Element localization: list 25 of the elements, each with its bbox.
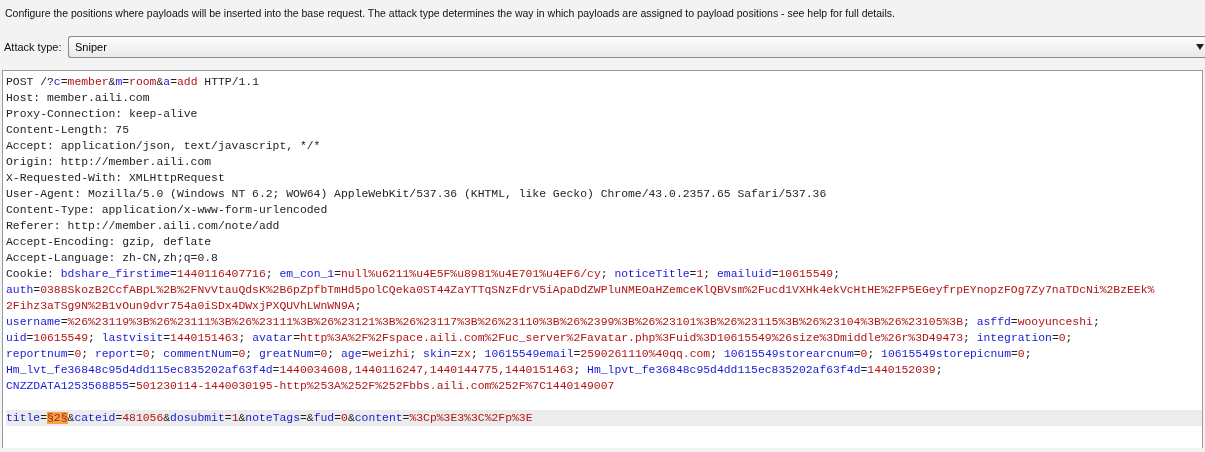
- request-line: Referer: http://member.aili.com/note/add: [6, 219, 281, 234]
- caret-icon: [1196, 44, 1204, 50]
- request-line: auth=0388SkozB2CcfABpL%2B%2FNvVtauQdsK%2B6pZpfbTmHd5polCQeka0ST44ZaYTTqSNzFdrV5iApaDdZWPluNMEOaHZemceKlQBVsm%2Fucd1VXHk4ekVcHtHE%2FP5EGeyfrpEYnopzFOg7Zy7naTDcNi%2BzEEk%: [6, 283, 1156, 298]
- request-line: Content-Type: application/x-www-form-urlencoded: [6, 203, 329, 218]
- request-line: X-Requested-With: XMLHttpRequest: [6, 171, 226, 186]
- request-line: Content-Length: 75: [6, 123, 131, 138]
- request-line: User-Agent: Mozilla/5.0 (Windows NT 6.2; WOW64) AppleWebKit/537.36 (KHTML, like Gecko) Chrome/43.0.2357.65 Safari/537.36: [6, 187, 828, 202]
- request-line: 2Fihz3aTSg9N%2B1vOun9dvr754a0iSDx4DWxjPXQUVhLWnWN9A;: [6, 299, 363, 314]
- request-line: Accept-Encoding: gzip, deflate: [6, 235, 213, 250]
- request-line: CNZZDATA1253568855=501230114-1440030195-http%253A%252F%252Fbbs.aili.com%252F%7C1440149007: [6, 379, 616, 394]
- request-line: Hm_lvt_fe36848c95d4dd115ec835202af63f4d=1440034608,1440116247,1440144775,1440151463; Hm_lpvt_fe36848c95d4dd115ec835202af63f4d=1440152039;: [6, 363, 944, 378]
- request-line: uid=10615549; lastvisit=1440151463; avatar=http%3A%2F%2Fspace.aili.com%2Fuc_server%2Favatar.php%3Fuid%3D10615549%26size%3Dmiddle%26r%3D49473; integration=0;: [6, 331, 1074, 346]
- request-line: Accept: application/json, text/javascript, */*: [6, 139, 322, 154]
- request-line: Origin: http://member.aili.com: [6, 155, 213, 170]
- request-line: Cookie: bdshare_firstime=1440116407716; em_con_1=null%u6211%u4E5F%u8981%u4E701%u4EF6/cy; noticeTitle=1; emailuid=10615549;: [6, 267, 842, 282]
- request-line: Accept-Language: zh-CN,zh;q=0.8: [6, 251, 219, 266]
- attack-type-dropdown[interactable]: Sniper: [68, 36, 1205, 58]
- attack-type-label: Attack type:: [4, 41, 63, 53]
- instructions-text: Configure the positions where payloads will be inserted into the base request. The attack type determines the way in which payloads are assigned to payload positions - see help for full details.: [4, 6, 896, 21]
- request-line: POST /?c=member&m=room&a=add HTTP/1.1: [6, 75, 260, 90]
- request-line: Proxy-Connection: keep-alive: [6, 107, 199, 122]
- request-editor[interactable]: [2, 70, 1203, 448]
- request-line: reportnum=0; report=0; commentNum=0; greatNum=0; age=weizhi; skin=zx; 10615549email=2590261110%40qq.com; 10615549storearcnum=0; 10615549storepicnum=0;: [6, 347, 1033, 362]
- request-line: Host: member.aili.com: [6, 91, 151, 106]
- request-line: username=%26%23119%3B%26%23111%3B%26%23111%3B%26%23121%3B%26%23117%3B%26%23110%3B%26%2399%3B%26%23101%3B%26%23115%3B%26%23104%3B%26%23105%3B; asffd=wooyunceshi;: [6, 315, 1101, 330]
